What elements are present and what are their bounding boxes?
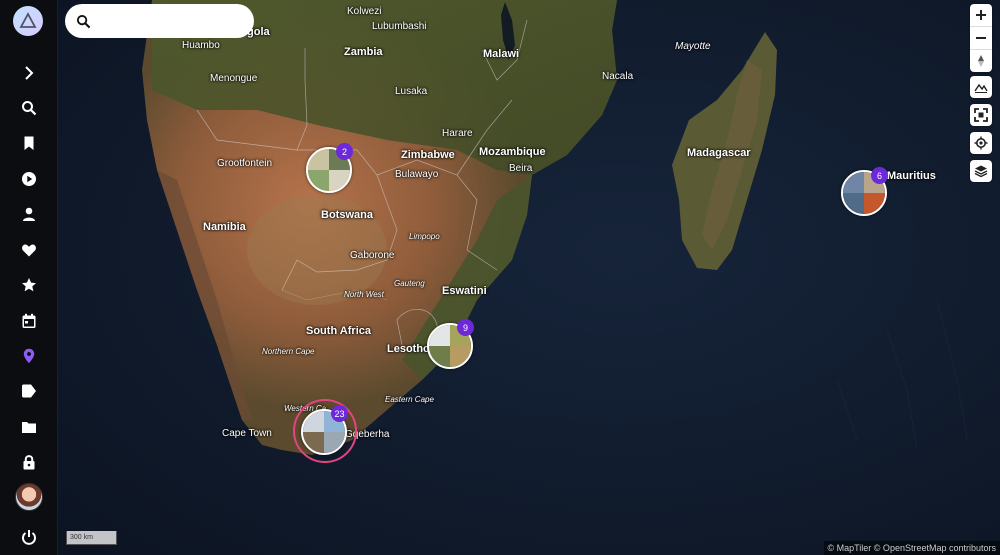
cluster-count-badge: 6 [871,167,888,184]
terrain-button[interactable] [970,76,992,98]
map-pin-icon [23,348,34,364]
star-icon [21,278,36,292]
fullscreen-control [970,104,992,126]
mountain-icon [974,83,988,93]
place-limpopo: Limpopo [409,232,440,241]
cluster-count-badge: 2 [336,143,353,160]
play-circle-icon [21,172,36,186]
folder-icon [21,422,36,433]
power-icon [21,530,36,545]
app-logo[interactable] [13,6,43,36]
sidebar-item-labels[interactable] [0,376,57,406]
place-lubumbashi: Lubumbashi [372,21,427,32]
search-bar[interactable] [65,4,254,38]
crosshair-icon [974,136,988,150]
sidebar-item-private[interactable] [0,447,57,477]
place-cape-town: Cape Town [222,428,272,439]
place-mayotte: Mayotte [675,41,711,52]
place-kolwezi: Kolwezi [347,6,382,17]
place-beira: Beira [509,163,533,174]
cluster-count-badge: 9 [457,319,474,336]
terrain-control [970,76,992,98]
place-mauritius: Mauritius [887,170,936,182]
place-menongue: Menongue [210,73,258,84]
tag-icon [21,384,36,398]
place-huambo: Huambo [182,40,220,51]
place-harare: Harare [442,128,473,139]
person-icon [22,207,35,221]
layers-control [970,160,992,182]
sidebar-item-calendar[interactable] [0,306,57,336]
place-eswatini: Eswatini [442,285,487,297]
minus-icon [976,37,986,39]
sidebar [0,0,58,555]
place-eastern-cape: Eastern Cape [385,395,434,404]
place-south-africa: South Africa [306,325,371,337]
calendar-icon [22,313,35,328]
map-attribution[interactable]: © MapTiler © OpenStreetMap contributors [823,541,1000,555]
place-malawi: Malawi [483,48,520,60]
search-input[interactable] [99,12,243,30]
sidebar-item-starred[interactable] [0,270,57,300]
geolocate-button[interactable] [970,132,992,154]
fullscreen-icon [974,108,988,122]
place-botswana: Botswana [321,209,373,221]
zoom-out-button[interactable] [970,27,992,50]
compass-button[interactable] [970,50,992,72]
scale-bar: 300 km [66,531,117,545]
layers-button[interactable] [970,160,992,182]
place-mozambique: Mozambique [479,146,546,158]
place-northern-cape: Northern Cape [262,347,315,356]
sidebar-item-logout[interactable] [0,522,57,552]
heart-icon [21,244,36,257]
sidebar-item-search[interactable] [0,93,57,123]
geolocate-control [970,132,992,154]
sidebar-item-folders[interactable] [0,412,57,442]
satellite-basemap [57,0,1000,555]
place-zimbabwe: Zimbabwe [401,149,455,161]
place-gauteng: Gauteng [394,279,425,288]
sidebar-item-videos[interactable] [0,164,57,194]
bookmark-icon [24,136,33,150]
sidebar-item-expand[interactable] [0,58,57,88]
place-madagascar: Madagascar [687,147,751,159]
sidebar-item-places[interactable] [0,341,57,371]
place-grootfontein: Grootfontein [217,158,273,169]
zoom-controls [970,4,992,72]
search-icon [76,14,91,28]
place-bulawayo: Bulawayo [395,169,439,180]
map-canvas[interactable]: Kolwezi Lubumbashi Huambo gola Zambia Ma… [57,0,1000,555]
compass-icon [978,55,984,67]
lock-icon [23,455,34,470]
place-gaborone: Gaborone [350,250,395,261]
sidebar-item-bookmarks[interactable] [0,128,57,158]
search-icon [21,101,36,116]
place-namibia: Namibia [203,221,246,233]
plus-icon [976,10,986,20]
zoom-in-button[interactable] [970,4,992,27]
place-nacala: Nacala [602,71,634,82]
place-zambia: Zambia [344,46,383,58]
fullscreen-button[interactable] [970,104,992,126]
cluster-count-badge: 23 [331,405,348,422]
chevron-right-icon [24,66,33,80]
layers-icon [974,165,988,178]
place-lesotho: Lesotho [387,343,430,355]
place-lusaka: Lusaka [395,86,428,97]
place-north-west: North West [344,290,384,299]
avatar[interactable] [15,483,43,511]
sidebar-item-people[interactable] [0,199,57,229]
sidebar-item-favorites[interactable] [0,235,57,265]
